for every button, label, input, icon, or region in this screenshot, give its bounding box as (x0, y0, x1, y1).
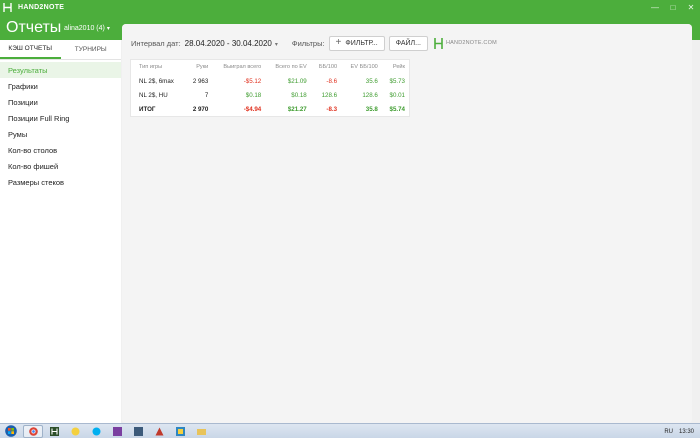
cell-total-bb100: -8.3 (326, 105, 338, 113)
taskbar-app-h2n[interactable] (44, 425, 64, 438)
table-row[interactable]: NL 2$, 6max 2 963 -$5.12 $21.09 -8.6 35.… (131, 74, 409, 88)
taskbar-app-4[interactable] (149, 425, 169, 438)
language-indicator[interactable]: RU (664, 429, 673, 435)
cell-rake: $5.73 (389, 77, 405, 85)
app-name: HAND2NOTE (18, 3, 65, 11)
table-row[interactable]: NL 2$, HU 7 $0.18 $0.18 128.6 128.6 $0.0… (131, 88, 409, 102)
sidebar-item-graphs[interactable]: Графики (0, 78, 121, 94)
minimize-button[interactable]: — (646, 0, 664, 14)
report-panel: Интервал дат: 28.04.2020 - 30.04.2020 ▾ Ф… (122, 24, 692, 423)
table-total-row: ИТОГ 2 970 -$4.94 $21.27 -8.3 35.8 $5.74 (131, 102, 409, 116)
col-rake[interactable]: Рейк (382, 60, 409, 74)
plus-icon: + (335, 37, 342, 48)
cell-rake: $0.01 (389, 91, 405, 99)
taskbar-app-2[interactable] (107, 425, 127, 438)
cell-bb100: 128.6 (321, 91, 338, 99)
cell-ev-bb100: 35.6 (365, 77, 378, 85)
sidebar-item-results[interactable]: Результаты (0, 62, 121, 78)
window-controls: — □ ✕ (646, 0, 700, 14)
col-hands[interactable]: Руки (185, 60, 212, 74)
taskbar-app-1[interactable] (65, 425, 85, 438)
toolbar: Интервал дат: 28.04.2020 - 30.04.2020 ▾ Ф… (131, 35, 497, 51)
app-icon (155, 427, 163, 435)
cell-total-ev: $21.09 (287, 77, 307, 85)
sidebar-item-positions-full-ring[interactable]: Позиции Full Ring (0, 110, 121, 126)
app-icon (112, 426, 122, 436)
page-title: Отчеты (6, 19, 62, 36)
maximize-button[interactable]: □ (664, 0, 682, 14)
tab-tournaments[interactable]: ТУРНИРЫ (61, 40, 122, 59)
col-game-type[interactable]: Тип игры (131, 60, 185, 74)
table-header-row: Тип игры Руки Выиграл всего Всего по EV … (131, 60, 409, 74)
date-interval-label: Интервал дат: (131, 38, 181, 48)
folder-icon (196, 428, 206, 435)
col-won-total[interactable]: Выиграл всего (212, 60, 265, 74)
cell-total-ev: $0.18 (291, 91, 307, 99)
sidebar-tabs: КЭШ ОТЧЕТЫ ТУРНИРЫ (0, 40, 121, 60)
app-icon (71, 427, 79, 435)
taskbar-app-5[interactable] (170, 425, 190, 438)
cell-total-hands: 2 970 (192, 105, 209, 113)
user-name: alina2010 (4) (64, 25, 105, 32)
cell-total-rake: $5.74 (389, 105, 405, 113)
filter-button[interactable]: + ФИЛЬТР... (328, 35, 385, 51)
clock[interactable]: 13:30 (679, 429, 694, 435)
cell-won-total: $0.18 (245, 91, 262, 99)
chevron-down-icon: ▾ (106, 26, 110, 32)
col-total-ev[interactable]: Всего по EV (265, 60, 311, 74)
taskbar-app-skype[interactable] (86, 425, 106, 438)
taskbar-app-3[interactable] (128, 425, 148, 438)
sidebar-item-rooms[interactable]: Румы (0, 126, 121, 142)
cell-bb100: -8.6 (326, 77, 338, 85)
cell-won-total: -$5.12 (243, 77, 262, 85)
chrome-icon (28, 426, 38, 436)
cell-hands: 7 (204, 91, 209, 99)
hand2note-link[interactable]: HAND2NOTE.COM (434, 37, 497, 49)
results-table-card: Тип игры Руки Выиграл всего Всего по EV … (130, 59, 410, 117)
close-button[interactable]: ✕ (682, 0, 700, 14)
h2n-app-icon (49, 426, 59, 436)
file-button-label: ФАЙЛ... (395, 39, 421, 47)
cell-total-won: -$4.94 (243, 105, 262, 113)
col-ev-bb100[interactable]: EV ББ/100 (341, 60, 382, 74)
title-bar: HAND2NOTE — □ ✕ (0, 0, 700, 14)
cell-game-type: NL 2$, 6max (139, 77, 174, 85)
app-icon (175, 426, 185, 436)
app-logo-icon (0, 0, 14, 14)
main-area: Интервал дат: 28.04.2020 - 30.04.2020 ▾ Ф… (121, 24, 700, 423)
cell-game-type: NL 2$, HU (139, 91, 168, 99)
sidebar-item-stack-sizes[interactable]: Размеры стеков (0, 174, 121, 190)
cell-total-label: ИТОГ (139, 105, 156, 113)
chevron-down-icon: ▾ (274, 41, 278, 48)
taskbar: RU 13:30 (0, 423, 700, 438)
sidebar-item-table-count[interactable]: Кол-во столов (0, 142, 121, 158)
app-icon (133, 426, 143, 436)
filters-label: Фильтры: (291, 38, 325, 48)
hand2note-brand: HAND2NOTE.COM (445, 40, 497, 46)
col-bb100[interactable]: ББ/100 (311, 60, 341, 74)
user-selector[interactable]: alina2010 (4) ▾ (64, 25, 110, 32)
results-table: Тип игры Руки Выиграл всего Всего по EV … (131, 60, 409, 116)
system-tray: RU 13:30 (658, 424, 694, 438)
taskbar-app-chrome[interactable] (23, 424, 43, 438)
sidebar-menu: Результаты Графики Позиции Позиции Full … (0, 62, 121, 190)
sidebar-item-chip-count[interactable]: Кол-во фишей (0, 158, 121, 174)
tab-cash-reports[interactable]: КЭШ ОТЧЕТЫ (0, 40, 61, 59)
skype-icon (92, 427, 100, 435)
filter-button-label: ФИЛЬТР... (345, 39, 378, 47)
sidebar-item-positions[interactable]: Позиции (0, 94, 121, 110)
sidebar: КЭШ ОТЧЕТЫ ТУРНИРЫ Результаты Графики По… (0, 40, 121, 423)
cell-total-ev-bb100: 35.8 (365, 105, 378, 113)
cell-total-ev: $21.27 (287, 105, 307, 113)
start-button[interactable] (0, 424, 22, 438)
windows-start-icon (5, 425, 17, 437)
file-button[interactable]: ФАЙЛ... (388, 35, 428, 51)
taskbar-app-6[interactable] (191, 425, 211, 438)
date-range-value: 28.04.2020 - 30.04.2020 (184, 38, 272, 48)
cell-ev-bb100: 128.6 (362, 91, 378, 99)
cell-hands: 2 963 (192, 77, 209, 85)
hand2note-logo-icon (434, 37, 443, 49)
date-range-selector[interactable]: 28.04.2020 - 30.04.2020 ▾ (185, 39, 278, 48)
